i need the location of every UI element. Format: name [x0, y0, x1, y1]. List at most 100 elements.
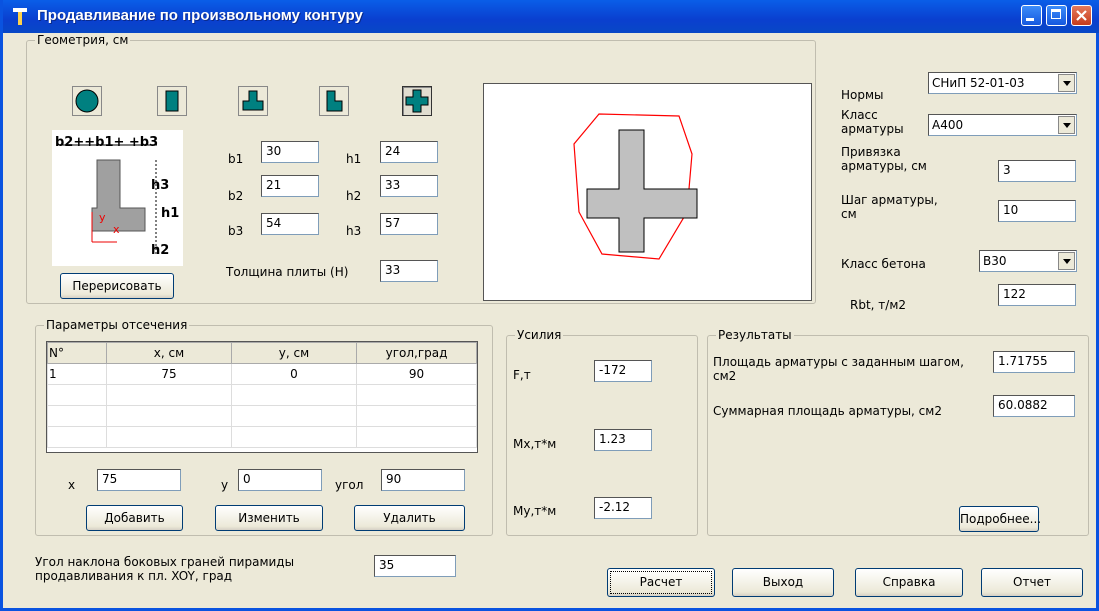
close-icon [1076, 10, 1087, 21]
window-title: Продавливание по произвольному контуру [37, 7, 363, 24]
add-button[interactable]: Добавить [86, 505, 183, 531]
shape-cross-button[interactable] [402, 86, 432, 116]
minimize-icon [1026, 18, 1034, 21]
help-button[interactable]: Справка [855, 568, 963, 597]
redraw-button[interactable]: Перерисовать [60, 273, 174, 299]
column-header-angle[interactable]: угол,град [356, 342, 477, 364]
column-header-number[interactable]: N° [47, 342, 107, 364]
column-header-x[interactable]: x, см [106, 342, 232, 364]
rebar-area-total-output: 60.0882 [993, 395, 1075, 417]
cell-angle[interactable]: 90 [356, 363, 477, 385]
b1-label: b1 [228, 152, 244, 166]
diagram-label-x: x [113, 223, 120, 236]
h2-input[interactable]: 33 [380, 175, 438, 197]
norms-select[interactable]: СНиП 52-01-03 [928, 72, 1077, 94]
shape-rectangle-button[interactable] [157, 86, 187, 116]
chevron-down-icon[interactable] [1058, 116, 1075, 134]
dialog-window: Продавливание по произвольному контуру Г… [0, 0, 1099, 611]
rebar-step-label: Шаг арматуры, см [841, 193, 938, 221]
close-button[interactable] [1071, 5, 1092, 26]
title-bar[interactable]: Продавливание по произвольному контуру [3, 0, 1099, 33]
cutoff-table[interactable]: N° x, см y, см угол,град 1 75 0 90 [46, 341, 478, 453]
t-shape-icon [242, 90, 264, 111]
diagram-label-h3: h3 [151, 178, 170, 193]
moment-y-label: My,т*м [513, 504, 557, 518]
diagram-label-h2: h2 [151, 243, 170, 258]
table-row[interactable] [47, 426, 477, 448]
norms-value: СНиП 52-01-03 [932, 76, 1025, 90]
rebar-area-step-label: Площадь арматуры с заданным шагом, см2 [713, 355, 964, 383]
diagram-label-top: b2++b1+ +b3 [55, 135, 159, 150]
maximize-button[interactable] [1046, 5, 1067, 26]
shape-t-button[interactable] [238, 86, 268, 116]
b3-input[interactable]: 54 [261, 213, 319, 235]
moment-x-label: Mx,т*м [513, 437, 557, 451]
table-row[interactable]: 1 75 0 90 [47, 363, 477, 385]
h1-input[interactable]: 24 [380, 141, 438, 163]
rebar-offset-label: Привязка арматуры, см [841, 145, 927, 173]
edit-button[interactable]: Изменить [215, 505, 323, 531]
maximize-icon [1051, 9, 1061, 19]
concrete-class-label: Класс бетона [841, 257, 926, 271]
moment-x-input[interactable]: 1.23 [594, 429, 652, 451]
app-icon [13, 8, 27, 25]
calculate-button[interactable]: Расчет [607, 568, 715, 597]
h3-label: h3 [346, 224, 362, 238]
cutoff-y-input[interactable]: 0 [238, 469, 322, 491]
table-row[interactable] [47, 405, 477, 427]
exit-button[interactable]: Выход [732, 568, 834, 597]
concrete-class-select[interactable]: B30 [979, 250, 1077, 272]
rebar-offset-input[interactable]: 3 [998, 160, 1076, 182]
force-f-label: F,т [513, 368, 531, 382]
report-button[interactable]: Отчет [981, 568, 1083, 597]
shape-l-button[interactable] [319, 86, 349, 116]
cell-x[interactable]: 75 [106, 363, 232, 385]
rebar-class-value: A400 [932, 118, 964, 132]
pyramid-angle-input[interactable]: 35 [374, 555, 456, 577]
drawing-canvas [483, 83, 812, 301]
minimize-button[interactable] [1021, 5, 1042, 26]
rebar-area-total-label: Суммарная площадь арматуры, см2 [713, 404, 942, 418]
delete-button[interactable]: Удалить [354, 505, 465, 531]
h1-label: h1 [346, 152, 362, 166]
results-legend: Результаты [716, 328, 794, 342]
cutoff-x-input[interactable]: 75 [97, 469, 181, 491]
chevron-down-icon[interactable] [1058, 252, 1075, 270]
slab-thickness-label: Толщина плиты (H) [226, 265, 349, 279]
cutoff-angle-label: угол [335, 478, 364, 492]
b2-input[interactable]: 21 [261, 175, 319, 197]
rebar-class-select[interactable]: A400 [928, 114, 1077, 136]
rectangle-icon [165, 90, 179, 112]
forces-legend: Усилия [515, 328, 564, 342]
force-f-input[interactable]: -172 [594, 360, 652, 382]
l-shape-icon [326, 90, 343, 112]
cutoff-legend: Параметры отсечения [44, 318, 190, 332]
more-details-button[interactable]: Подробнее... [959, 506, 1041, 532]
cell-number[interactable]: 1 [47, 363, 107, 385]
moment-y-input[interactable]: -2.12 [594, 497, 652, 519]
cutoff-x-label: x [68, 478, 76, 492]
b1-input[interactable]: 30 [261, 141, 319, 163]
rebar-area-step-output: 1.71755 [993, 351, 1075, 373]
h2-label: h2 [346, 189, 362, 203]
b2-label: b2 [228, 189, 244, 203]
chevron-down-icon[interactable] [1058, 74, 1075, 92]
column-header-y[interactable]: y, см [231, 342, 357, 364]
h3-input[interactable]: 57 [380, 213, 438, 235]
pyramid-angle-label: Угол наклона боковых граней пирамиды про… [35, 555, 295, 583]
cutoff-angle-input[interactable]: 90 [381, 469, 465, 491]
shape-circle-button[interactable] [72, 86, 102, 116]
diagram-label-h1: h1 [161, 206, 180, 221]
diagram-label-y: y [99, 211, 106, 224]
rbt-input[interactable]: 122 [998, 284, 1076, 306]
rebar-class-label: Класс арматуры [841, 108, 904, 136]
table-row[interactable] [47, 384, 477, 406]
punching-contour-drawing [573, 113, 698, 260]
cutoff-y-label: y [221, 478, 229, 492]
rebar-step-input[interactable]: 10 [998, 200, 1076, 222]
norms-label: Нормы [841, 88, 884, 102]
cell-y[interactable]: 0 [231, 363, 357, 385]
slab-thickness-input[interactable]: 33 [380, 260, 438, 282]
concrete-class-value: B30 [983, 254, 1007, 268]
rbt-label: Rbt, т/м2 [850, 298, 907, 312]
